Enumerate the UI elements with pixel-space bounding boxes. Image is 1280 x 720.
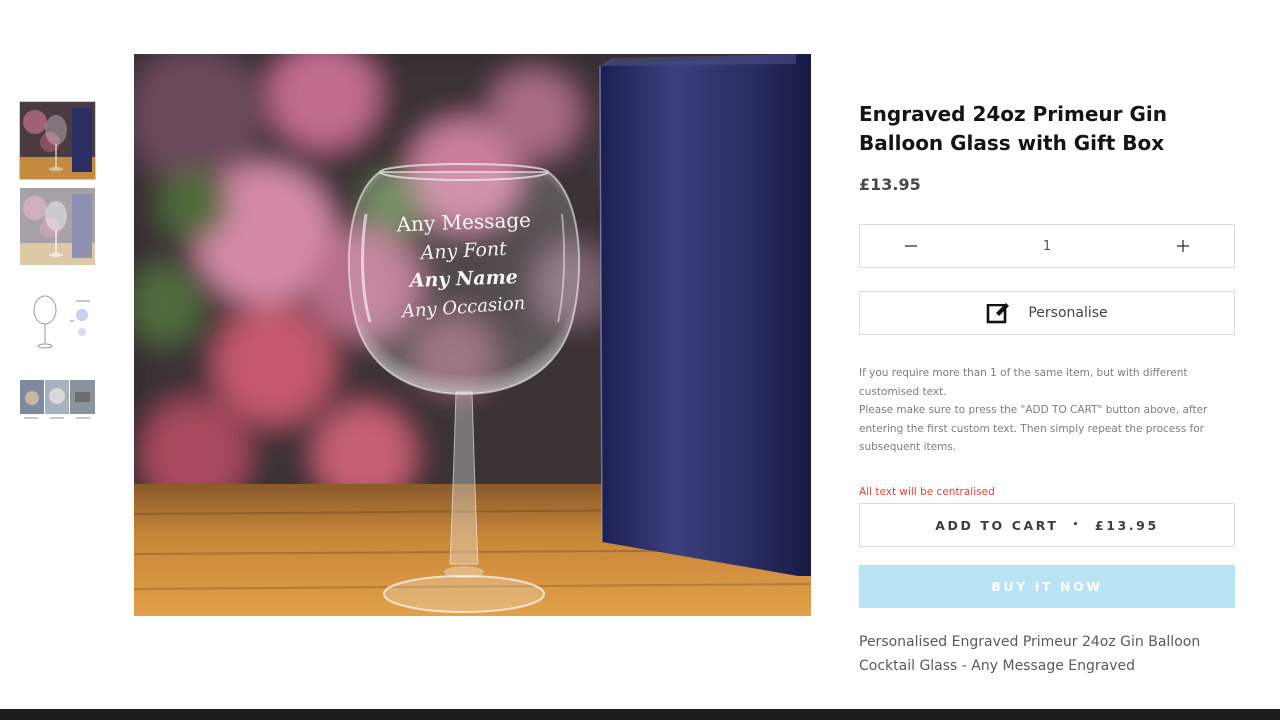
personalise-button[interactable]: Personalise — [859, 291, 1235, 335]
quantity-increase-button[interactable] — [1132, 225, 1234, 267]
engraving-line-3: Any Name — [407, 266, 518, 292]
centralised-text-notice: All text will be centralised — [859, 486, 995, 498]
engraving-line-1: Any Message — [395, 208, 531, 237]
buy-it-now-button[interactable]: BUY IT NOW — [859, 565, 1235, 608]
product-description: Personalised Engraved Primeur 24oz Gin B… — [859, 634, 1201, 674]
note-line-2: Please make sure to press the "ADD TO CA… — [859, 404, 1208, 454]
thumbnail-2[interactable] — [20, 188, 95, 265]
minus-icon — [905, 245, 917, 247]
engraving-line-2: Any Font — [418, 238, 508, 265]
footer-bar — [0, 709, 1280, 720]
thumbnail-3[interactable] — [20, 290, 95, 352]
note-line-1: If you require more than 1 of the same i… — [859, 367, 1188, 398]
edit-pencil-icon — [986, 301, 1011, 324]
quantity-decrease-button[interactable] — [860, 225, 962, 267]
main-product-image[interactable]: Any Message Any Font Any Name Any Occasi… — [134, 54, 811, 616]
product-title: Engraved 24oz Primeur Gin Balloon Glass … — [859, 102, 1167, 155]
buy-it-now-label: BUY IT NOW — [991, 579, 1103, 594]
add-to-cart-label: ADD TO CART — [935, 517, 1059, 533]
quantity-input[interactable] — [962, 238, 1132, 254]
add-to-cart-button[interactable]: ADD TO CART • £13.95 — [859, 503, 1235, 547]
quantity-stepper — [859, 224, 1235, 268]
plus-icon — [1177, 240, 1189, 252]
thumbnail-1[interactable] — [19, 101, 96, 180]
product-price: £13.95 — [859, 175, 921, 194]
thumbnail-4[interactable] — [20, 380, 95, 422]
personalise-label: Personalise — [1028, 305, 1108, 321]
multi-item-note: If you require more than 1 of the same i… — [859, 364, 1219, 457]
add-to-cart-separator: • — [1072, 520, 1081, 530]
add-to-cart-price: £13.95 — [1094, 517, 1159, 533]
